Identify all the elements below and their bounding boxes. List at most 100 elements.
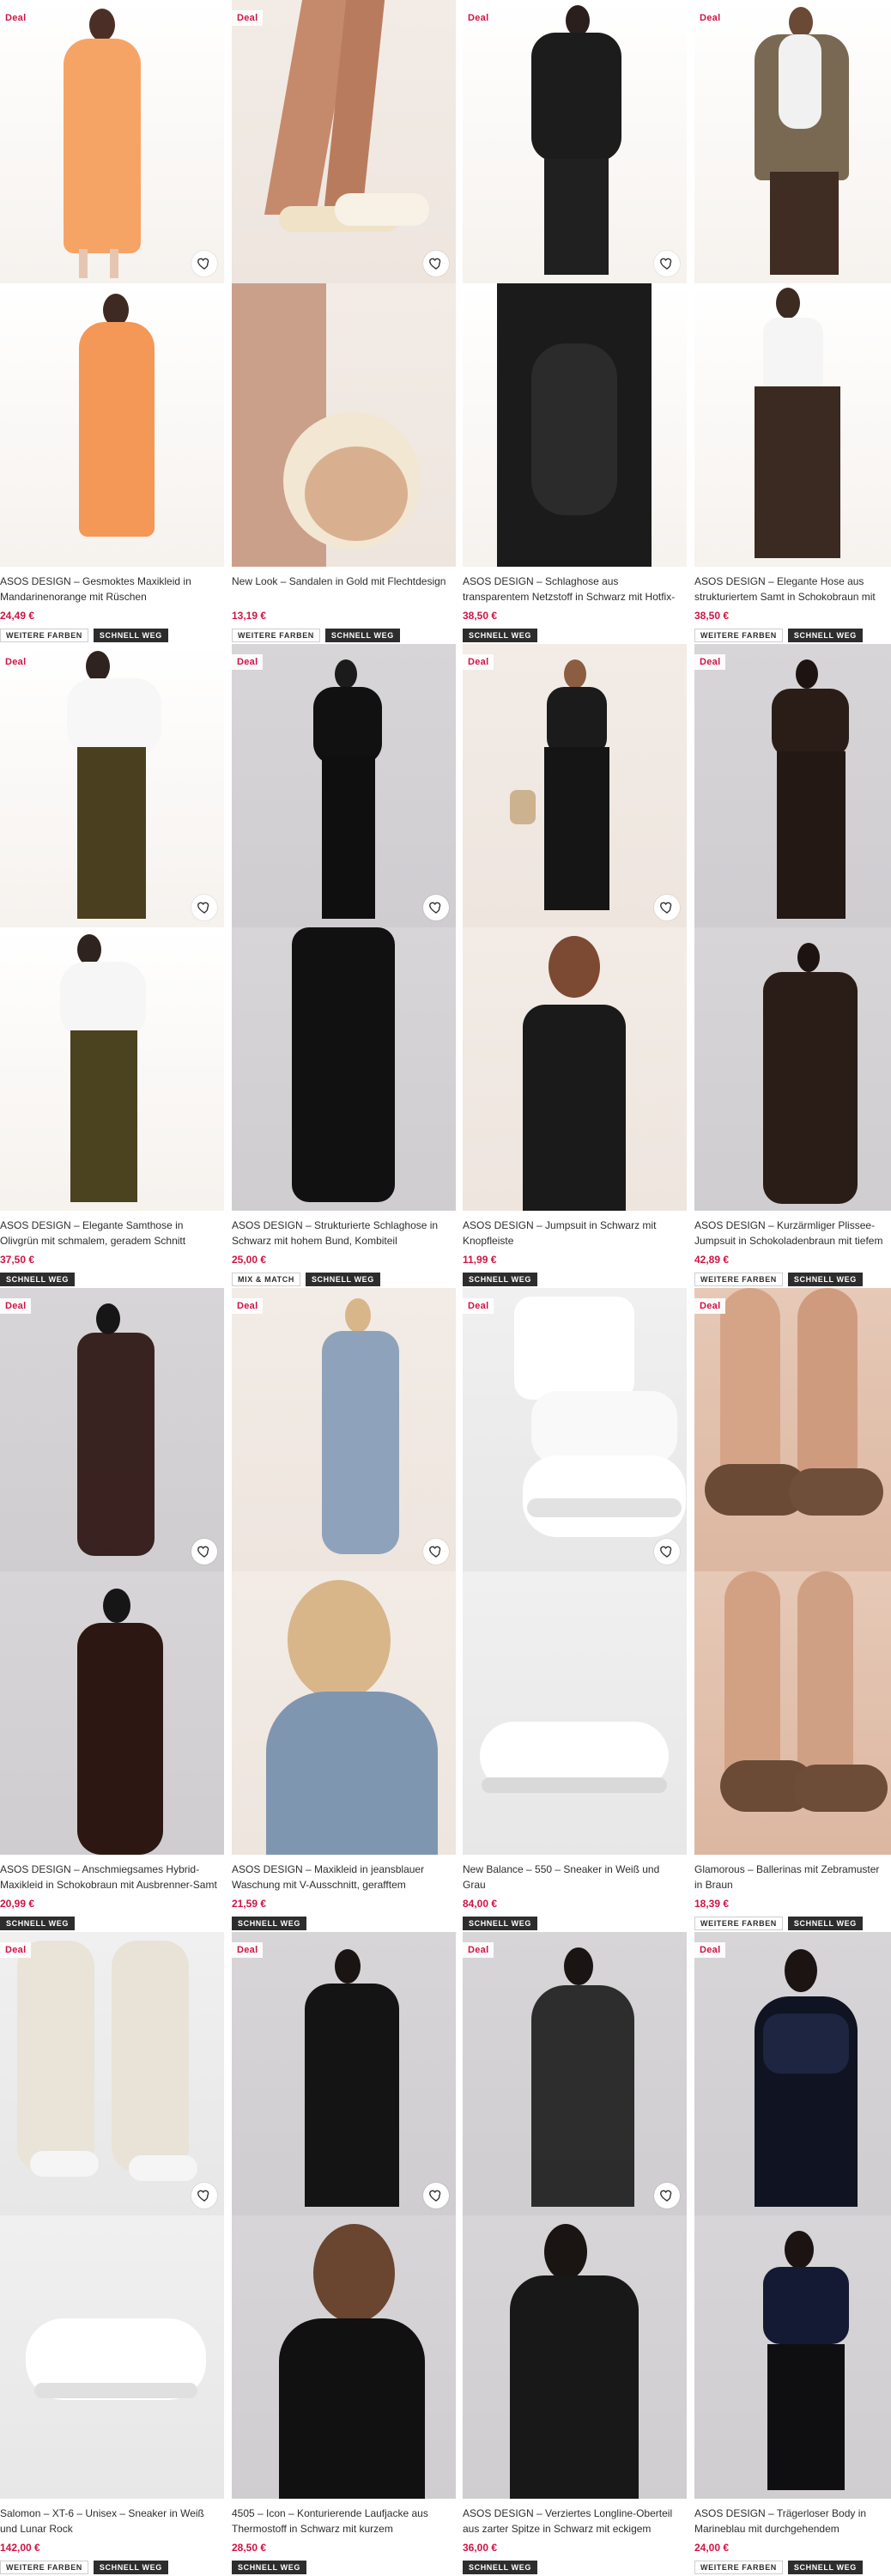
save-for-later-button[interactable] — [191, 2183, 217, 2208]
product-title[interactable]: ASOS DESIGN – Elegante Samthose in Olivg… — [0, 1218, 224, 1249]
product-card[interactable]: Deal Glamorous – Ballerinas mit Zebramus… — [694, 1288, 891, 1930]
product-media[interactable]: Deal — [0, 1932, 224, 2499]
product-price: 142,00 € — [0, 2542, 40, 2554]
product-title[interactable]: ASOS DESIGN – Anschmiegsames Hybrid-Maxi… — [0, 1862, 224, 1893]
product-image[interactable] — [0, 1288, 224, 1571]
product-card[interactable]: Deal ASOS DESIGN – Kurzärmliger Plissee-… — [694, 644, 891, 1286]
product-image-alt — [463, 927, 687, 1211]
product-image[interactable] — [0, 1932, 224, 2215]
product-tags: WEITERE FARBEN SCHNELL WEG — [694, 2561, 891, 2574]
product-card[interactable]: Deal ASOS DESIGN – Gesmoktes Maxikleid i… — [0, 0, 224, 642]
product-card[interactable]: Deal New Balance – 550 – Sneaker in Weiß… — [463, 1288, 687, 1930]
product-image[interactable] — [232, 1932, 456, 2215]
product-card[interactable]: Deal ASOS DESIGN – Elegante Hose aus str… — [694, 0, 891, 642]
save-for-later-button[interactable] — [191, 895, 217, 920]
product-tags: SCHNELL WEG — [232, 2561, 456, 2574]
product-media[interactable]: Deal — [232, 644, 456, 1211]
product-media[interactable]: Deal — [463, 1288, 687, 1855]
product-card[interactable]: Deal ASOS DESIGN – Anschmiegsames Hybrid… — [0, 1288, 224, 1930]
product-image[interactable] — [463, 644, 687, 927]
product-title[interactable]: ASOS DESIGN – Strukturierte Schlaghose i… — [232, 1218, 456, 1249]
save-for-later-button[interactable] — [654, 251, 680, 276]
product-image-alt — [232, 1571, 456, 1855]
save-for-later-button[interactable] — [654, 2183, 680, 2208]
product-title[interactable]: ASOS DESIGN – Kurzärmliger Plissee-Jumps… — [694, 1218, 891, 1249]
product-title[interactable]: ASOS DESIGN – Elegante Hose aus struktur… — [694, 574, 891, 605]
product-card[interactable]: Deal ASOS DESIGN – Strukturierte Schlagh… — [232, 644, 456, 1286]
product-image[interactable] — [463, 1932, 687, 2215]
product-image[interactable] — [694, 1288, 891, 1571]
product-card[interactable]: Deal ASOS DESIGN – Schlaghose aus transp… — [463, 0, 687, 642]
product-image[interactable] — [694, 0, 891, 283]
product-image[interactable] — [694, 644, 891, 927]
product-image[interactable] — [232, 1288, 456, 1571]
product-image[interactable] — [694, 1932, 891, 2215]
save-for-later-button[interactable] — [191, 251, 217, 276]
product-image[interactable] — [232, 644, 456, 927]
product-tags: WEITERE FARBEN SCHNELL WEG — [0, 2561, 224, 2574]
product-image-alt — [694, 2215, 891, 2499]
product-title[interactable]: ASOS DESIGN – Maxikleid in jeansblauer W… — [232, 1862, 456, 1893]
product-card[interactable]: Deal ASOS DESIGN – Trägerloser Body in M… — [694, 1932, 891, 2574]
heart-icon — [197, 902, 209, 914]
product-price: 11,99 € — [463, 1254, 497, 1266]
product-price: 24,49 € — [0, 610, 35, 622]
save-for-later-button[interactable] — [191, 1539, 217, 1564]
product-title[interactable]: Salomon – XT-6 – Unisex – Sneaker in Wei… — [0, 2506, 224, 2537]
product-image[interactable] — [0, 644, 224, 927]
product-price: 25,00 € — [232, 1254, 267, 1266]
product-card[interactable]: Deal Salomon – XT-6 – Unisex – Sneaker i… — [0, 1932, 224, 2574]
tag-selling-fast: SCHNELL WEG — [232, 2561, 306, 2574]
product-card[interactable]: Deal ASOS DESIGN – Elegante Samthose in … — [0, 644, 224, 1286]
save-for-later-button[interactable] — [654, 1539, 680, 1564]
product-media[interactable]: Deal — [694, 1288, 891, 1855]
product-media[interactable]: Deal — [463, 644, 687, 1211]
product-price: 28,50 € — [232, 2542, 267, 2554]
tag-more-colors: WEITERE FARBEN — [694, 629, 783, 642]
product-price: 13,19 € — [232, 610, 267, 622]
product-card[interactable]: Deal 4505 – Icon – Konturierende Laufjac… — [232, 1932, 456, 2574]
product-title[interactable]: ASOS DESIGN – Trägerloser Body in Marine… — [694, 2506, 891, 2537]
deal-badge: Deal — [694, 1942, 726, 1958]
product-image-alt — [694, 927, 891, 1211]
save-for-later-button[interactable] — [423, 895, 449, 920]
product-image[interactable] — [463, 0, 687, 283]
product-card[interactable]: Deal ASOS DESIGN – Jumpsuit in Schwarz m… — [463, 644, 687, 1286]
save-for-later-button[interactable] — [423, 2183, 449, 2208]
product-card[interactable]: Deal ASOS DESIGN – Maxikleid in jeansbla… — [232, 1288, 456, 1930]
product-title[interactable]: ASOS DESIGN – Gesmoktes Maxikleid in Man… — [0, 574, 224, 605]
product-title[interactable]: 4505 – Icon – Konturierende Laufjacke au… — [232, 2506, 456, 2537]
product-title[interactable]: ASOS DESIGN – Verziertes Longline-Oberte… — [463, 2506, 687, 2537]
product-title[interactable]: ASOS DESIGN – Schlaghose aus transparent… — [463, 574, 687, 605]
product-tags: MIX & MATCH SCHNELL WEG — [232, 1273, 456, 1286]
product-media[interactable]: Deal — [0, 0, 224, 567]
save-for-later-button[interactable] — [423, 251, 449, 276]
product-media[interactable]: Deal — [232, 1288, 456, 1855]
tag-selling-fast: SCHNELL WEG — [0, 1917, 75, 1930]
product-tags: SCHNELL WEG — [0, 1917, 224, 1930]
product-tags: WEITERE FARBEN SCHNELL WEG — [232, 629, 456, 642]
product-card[interactable]: Deal ASOS DESIGN – Verziertes Longline-O… — [463, 1932, 687, 2574]
product-media[interactable]: Deal — [463, 0, 687, 567]
product-tags: SCHNELL WEG — [463, 1273, 687, 1286]
product-image[interactable] — [232, 0, 456, 283]
product-media[interactable]: Deal — [694, 1932, 891, 2499]
product-media[interactable]: Deal — [232, 1932, 456, 2499]
product-card[interactable]: Deal New Look – Sandalen in Gold mit Fle… — [232, 0, 456, 642]
product-media[interactable]: Deal — [232, 0, 456, 567]
product-image[interactable] — [0, 0, 224, 283]
product-title[interactable]: New Balance – 550 – Sneaker in Weiß und … — [463, 1862, 687, 1893]
product-title[interactable]: ASOS DESIGN – Jumpsuit in Schwarz mit Kn… — [463, 1218, 687, 1249]
product-media[interactable]: Deal — [694, 0, 891, 567]
save-for-later-button[interactable] — [654, 895, 680, 920]
product-title[interactable]: New Look – Sandalen in Gold mit Flechtde… — [232, 574, 456, 605]
product-media[interactable]: Deal — [0, 1288, 224, 1855]
product-media[interactable]: Deal — [0, 644, 224, 1211]
product-title[interactable]: Glamorous – Ballerinas mit Zebramuster i… — [694, 1862, 891, 1893]
tag-selling-fast: SCHNELL WEG — [787, 2561, 863, 2574]
save-for-later-button[interactable] — [423, 1539, 449, 1564]
tag-more-colors: WEITERE FARBEN — [694, 1917, 783, 1930]
product-media[interactable]: Deal — [463, 1932, 687, 2499]
product-image[interactable] — [463, 1288, 687, 1571]
product-media[interactable]: Deal — [694, 644, 891, 1211]
